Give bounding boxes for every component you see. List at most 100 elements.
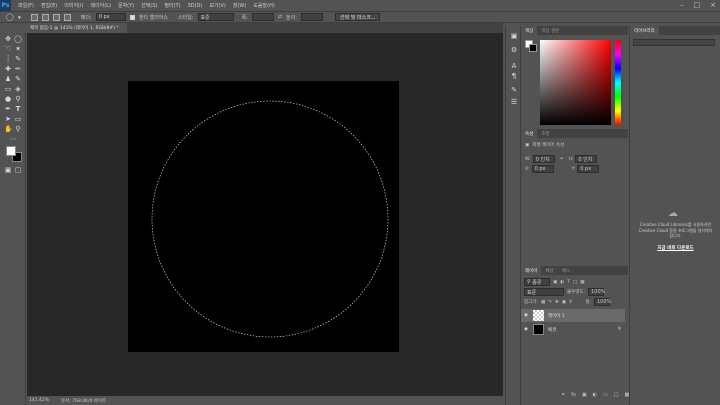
- path-select-tool-icon[interactable]: ➤: [4, 115, 12, 123]
- menu-select[interactable]: 선택(S): [141, 2, 157, 9]
- tab-layers[interactable]: 레이어: [521, 266, 542, 275]
- add-selection-icon[interactable]: [41, 13, 49, 21]
- menu-3d[interactable]: 3D(D): [188, 3, 203, 9]
- chevron-down-icon[interactable]: ▼: [18, 15, 21, 20]
- lock-artboard-icon[interactable]: ▣: [562, 300, 566, 305]
- layer-row[interactable]: ◉ 레이어 1: [521, 309, 625, 322]
- lock-paint-icon[interactable]: ✎: [548, 300, 552, 305]
- tab-color[interactable]: 색상: [521, 26, 538, 35]
- link-icon[interactable]: ⚭: [560, 157, 564, 162]
- lock-move-icon[interactable]: ✥: [555, 300, 559, 305]
- menu-help[interactable]: 도움말(H): [253, 2, 274, 9]
- menu-file[interactable]: 파일(F): [18, 2, 34, 9]
- paint-bucket-tool-icon[interactable]: ◈: [14, 85, 22, 93]
- color-field[interactable]: [540, 40, 611, 125]
- lock-pixels-icon[interactable]: ▩: [541, 300, 545, 305]
- new-layer-icon[interactable]: □: [614, 392, 619, 398]
- adjust-icon[interactable]: ☰: [510, 98, 518, 106]
- crop-tool-icon[interactable]: ┊: [4, 55, 12, 63]
- filter-smart-icon[interactable]: ▩: [580, 280, 584, 285]
- new-selection-icon[interactable]: [30, 13, 38, 21]
- blend-mode-select[interactable]: 표준: [524, 288, 564, 296]
- history-icon[interactable]: ▣: [510, 32, 518, 40]
- layer-kind-select[interactable]: ⚲ 종류: [524, 278, 550, 286]
- tab-libraries[interactable]: 라이브러리: [630, 26, 659, 36]
- fill-input[interactable]: 100%: [593, 298, 611, 306]
- tab-properties[interactable]: 속성: [521, 129, 538, 138]
- prop-x-input[interactable]: 0 px: [531, 165, 554, 173]
- layer-name[interactable]: 배경: [548, 327, 556, 333]
- zoom-tool-icon[interactable]: ⚲: [14, 125, 22, 133]
- pen-tool-icon[interactable]: ✒: [4, 105, 12, 113]
- clone-stamp-tool-icon[interactable]: ♟: [4, 75, 12, 83]
- properties-icon[interactable]: ⚙: [510, 46, 518, 54]
- more-tools-icon[interactable]: ⋯: [9, 135, 17, 143]
- healing-brush-tool-icon[interactable]: ✚: [4, 65, 12, 73]
- install-link[interactable]: 지금 바로 다운로드: [632, 245, 719, 251]
- fx-icon[interactable]: fx: [571, 392, 576, 398]
- zoom-level[interactable]: 141.42%: [29, 398, 49, 403]
- marquee-tool-icon[interactable]: ◯: [14, 35, 22, 43]
- brush-settings-icon[interactable]: ✎: [510, 86, 518, 94]
- filter-shape-icon[interactable]: □: [573, 280, 577, 285]
- menu-window[interactable]: 창(W): [233, 2, 246, 9]
- hue-slider[interactable]: [615, 40, 621, 125]
- library-select[interactable]: [633, 39, 715, 46]
- visibility-eye-icon[interactable]: ◉: [521, 313, 531, 318]
- quick-select-tool-icon[interactable]: ✶: [14, 45, 22, 53]
- blur-tool-icon[interactable]: ●: [4, 95, 12, 103]
- close-icon[interactable]: ×: [710, 1, 716, 9]
- history-brush-tool-icon[interactable]: ✎: [14, 75, 22, 83]
- dodge-tool-icon[interactable]: ⚲: [14, 95, 22, 103]
- character-icon[interactable]: A: [510, 62, 518, 70]
- folder-icon[interactable]: ▭: [603, 392, 608, 398]
- height-input[interactable]: [300, 13, 323, 21]
- mask-icon[interactable]: ▣: [582, 392, 587, 398]
- adjustment-icon[interactable]: ◐: [593, 392, 597, 398]
- tab-channels[interactable]: 채널: [541, 266, 557, 275]
- opacity-input[interactable]: 100%: [588, 288, 605, 296]
- eraser-tool-icon[interactable]: ▭: [4, 85, 12, 93]
- document-tab[interactable]: 제목 없음-1 @ 141% (레이어 1, RGB/8#) *: [27, 23, 127, 33]
- menu-type[interactable]: 문자(Y): [118, 2, 134, 9]
- rectangle-tool-icon[interactable]: ▭: [14, 115, 22, 123]
- menu-image[interactable]: 이미지(I): [64, 2, 83, 9]
- eyedropper-tool-icon[interactable]: ✎: [14, 55, 22, 63]
- layer-name[interactable]: 레이어 1: [548, 313, 565, 319]
- tab-swatches[interactable]: 색상 견본: [537, 26, 563, 35]
- subtract-selection-icon[interactable]: [52, 13, 60, 21]
- layer-row[interactable]: ◉ 배경 ⚲: [521, 323, 625, 336]
- menu-view[interactable]: 보기(V): [209, 2, 226, 9]
- type-tool-icon[interactable]: T: [14, 105, 22, 113]
- style-select[interactable]: 표준: [197, 13, 234, 21]
- select-and-mask-button[interactable]: 선택 및 마스크...: [334, 13, 381, 21]
- paragraph-icon[interactable]: ¶: [510, 72, 518, 80]
- brush-tool-icon[interactable]: ✏: [14, 65, 22, 73]
- width-input[interactable]: [251, 13, 274, 21]
- bg-color-chip[interactable]: [529, 44, 537, 52]
- menu-layer[interactable]: 레이어(L): [90, 2, 111, 9]
- intersect-selection-icon[interactable]: [63, 13, 71, 21]
- marquee-ellipse-icon[interactable]: ◯: [6, 13, 14, 21]
- prop-h-input[interactable]: 0 인치: [575, 155, 598, 163]
- filter-adjust-icon[interactable]: ◐: [560, 280, 564, 285]
- foreground-color-swatch[interactable]: [6, 146, 16, 156]
- screen-mode-icon[interactable]: ▢: [14, 166, 22, 174]
- filter-pixel-icon[interactable]: ▣: [553, 280, 557, 285]
- menu-edit[interactable]: 편집(E): [41, 2, 57, 9]
- feather-input[interactable]: 0 px: [95, 13, 126, 21]
- swap-icon[interactable]: ⇄: [278, 14, 282, 20]
- tab-paths[interactable]: 패스: [558, 266, 574, 275]
- hand-tool-icon[interactable]: ✋: [4, 125, 13, 133]
- move-tool-icon[interactable]: ✥: [4, 35, 12, 43]
- tab-adjustments[interactable]: 조정: [537, 129, 553, 138]
- quick-mask-icon[interactable]: ▣: [4, 166, 12, 174]
- menu-filter[interactable]: 필터(T): [164, 2, 180, 9]
- antialias-checkbox-icon[interactable]: [129, 14, 135, 20]
- link-layers-icon[interactable]: ⚭: [561, 392, 565, 398]
- lock-all-icon[interactable]: ⚲: [569, 300, 572, 305]
- document-canvas[interactable]: [128, 81, 399, 352]
- visibility-eye-icon[interactable]: ◉: [521, 327, 531, 332]
- lasso-tool-icon[interactable]: ➰: [4, 45, 13, 53]
- maximize-icon[interactable]: □: [694, 1, 701, 9]
